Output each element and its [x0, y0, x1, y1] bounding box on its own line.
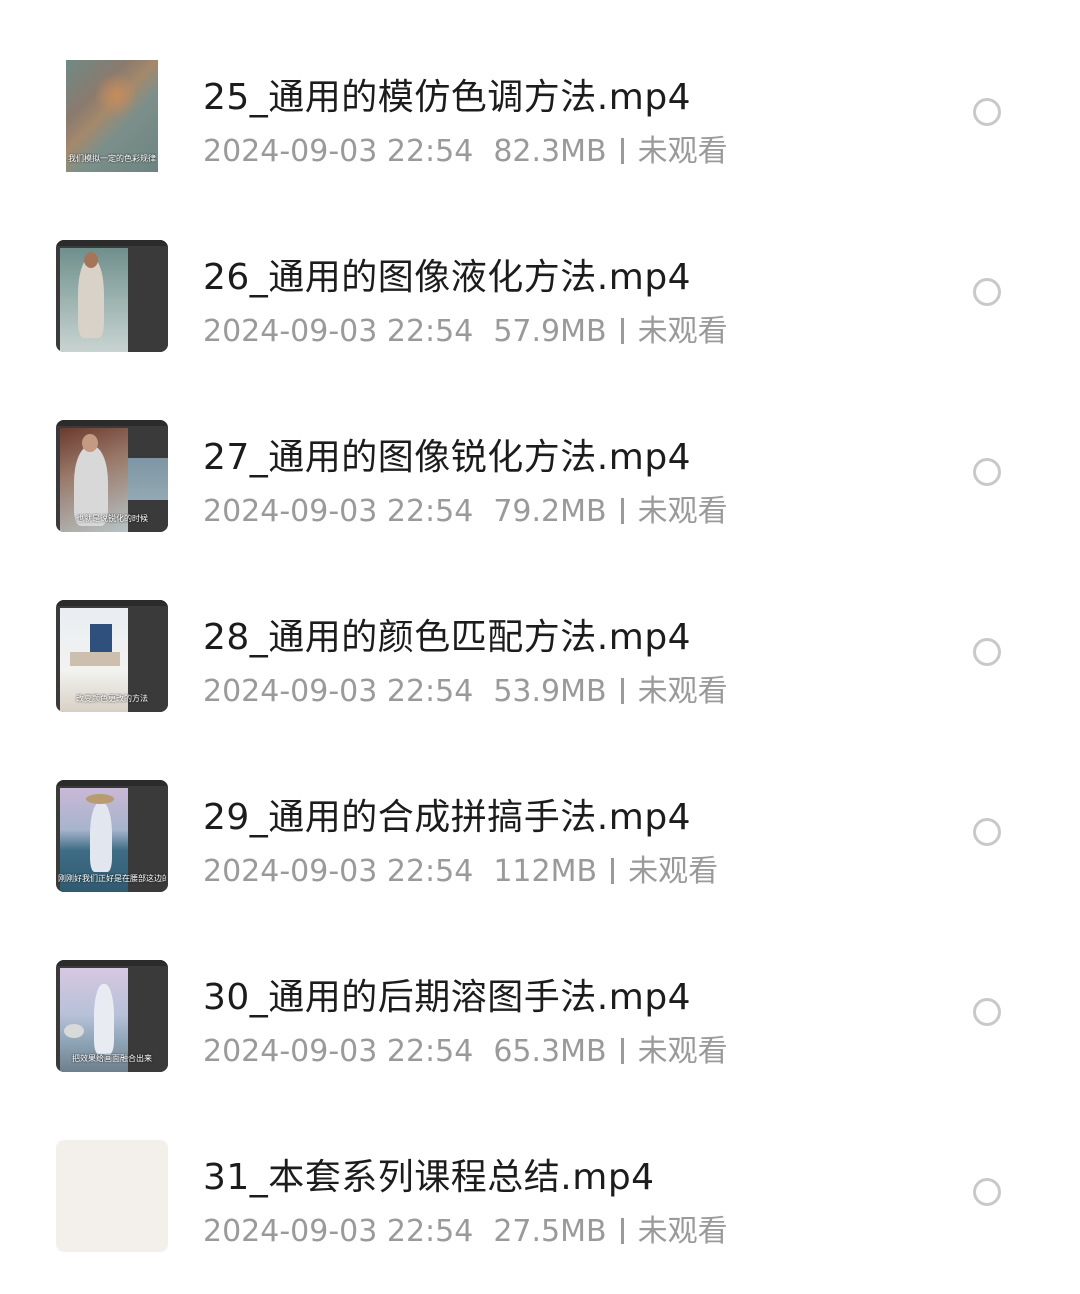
- watch-status: 未观看: [637, 1034, 728, 1069]
- list-item[interactable]: 26_通用的图像液化方法.mp4 2024-09-03 22:54 57.9MB 未…: [0, 206, 1080, 386]
- list-item[interactable]: 31_本套系列课程总结.mp4 2024-09-03 22:54 27.5MB 未观…: [0, 1106, 1080, 1286]
- file-date: 2024-09-03 22:54: [203, 134, 474, 169]
- file-title[interactable]: 29_通用的合成拼搞手法.mp4: [203, 788, 691, 840]
- file-size: 112MB: [493, 854, 598, 889]
- file-list: 我们模拟一定的色彩规律 25_通用的模仿色调方法.mp4 2024-09-03 …: [0, 26, 1080, 1286]
- video-thumbnail-icon: 刚刚好我们正好是在腰部这边的: [56, 780, 168, 892]
- select-radio[interactable]: [973, 278, 1001, 306]
- file-meta: 2024-09-03 22:54 82.3MB 未观看: [203, 126, 728, 170]
- file-meta: 2024-09-03 22:54 65.3MB 未观看: [203, 1026, 728, 1070]
- meta-divider: [620, 1038, 624, 1064]
- file-date: 2024-09-03 22:54: [203, 314, 474, 349]
- meta-divider: [620, 498, 624, 524]
- file-meta: 2024-09-03 22:54 53.9MB 未观看: [203, 666, 728, 710]
- file-title[interactable]: 25_通用的模仿色调方法.mp4: [203, 68, 691, 120]
- meta-divider: [620, 1218, 624, 1244]
- video-thumbnail-icon: 把效果给画面融合出来: [56, 960, 168, 1072]
- file-title[interactable]: 28_通用的颜色匹配方法.mp4: [203, 608, 691, 660]
- meta-divider: [620, 318, 624, 344]
- file-size: 79.2MB: [493, 494, 607, 529]
- thumb-caption: 改变颜色更改的方法: [76, 694, 148, 703]
- file-title[interactable]: 26_通用的图像液化方法.mp4: [203, 248, 691, 300]
- video-thumbnail-icon: 也就是说锐化的时候: [56, 420, 168, 532]
- file-meta: 2024-09-03 22:54 27.5MB 未观看: [203, 1206, 728, 1250]
- video-thumbnail-icon: 我们模拟一定的色彩规律: [66, 60, 158, 172]
- watch-status: 未观看: [637, 674, 728, 709]
- meta-divider: [620, 138, 624, 164]
- list-item[interactable]: 我们模拟一定的色彩规律 25_通用的模仿色调方法.mp4 2024-09-03 …: [0, 26, 1080, 206]
- file-title[interactable]: 31_本套系列课程总结.mp4: [203, 1148, 655, 1200]
- select-radio[interactable]: [973, 98, 1001, 126]
- file-date: 2024-09-03 22:54: [203, 1214, 474, 1249]
- list-item[interactable]: 把效果给画面融合出来 30_通用的后期溶图手法.mp4 2024-09-03 2…: [0, 926, 1080, 1106]
- thumb-caption: 把效果给画面融合出来: [72, 1054, 152, 1063]
- select-radio[interactable]: [973, 998, 1001, 1026]
- select-radio[interactable]: [973, 458, 1001, 486]
- file-meta: 2024-09-03 22:54 112MB 未观看: [203, 846, 718, 890]
- thumb-caption: 也就是说锐化的时候: [76, 514, 148, 523]
- watch-status: 未观看: [628, 854, 719, 889]
- file-meta: 2024-09-03 22:54 57.9MB 未观看: [203, 306, 728, 350]
- watch-status: 未观看: [637, 134, 728, 169]
- file-date: 2024-09-03 22:54: [203, 494, 474, 529]
- select-radio[interactable]: [973, 638, 1001, 666]
- meta-divider: [611, 858, 615, 884]
- file-meta: 2024-09-03 22:54 79.2MB 未观看: [203, 486, 728, 530]
- thumb-caption: 我们模拟一定的色彩规律: [68, 154, 156, 163]
- file-date: 2024-09-03 22:54: [203, 1034, 474, 1069]
- video-thumbnail-icon: [56, 240, 168, 352]
- file-date: 2024-09-03 22:54: [203, 674, 474, 709]
- list-item[interactable]: 改变颜色更改的方法 28_通用的颜色匹配方法.mp4 2024-09-03 22…: [0, 566, 1080, 746]
- file-size: 57.9MB: [493, 314, 607, 349]
- file-size: 27.5MB: [493, 1214, 607, 1249]
- select-radio[interactable]: [973, 1178, 1001, 1206]
- select-radio[interactable]: [973, 818, 1001, 846]
- file-size: 53.9MB: [493, 674, 607, 709]
- meta-divider: [620, 678, 624, 704]
- watch-status: 未观看: [637, 1214, 728, 1249]
- watch-status: 未观看: [637, 494, 728, 529]
- file-size: 82.3MB: [493, 134, 607, 169]
- video-thumbnail-icon: 改变颜色更改的方法: [56, 600, 168, 712]
- file-size: 65.3MB: [493, 1034, 607, 1069]
- watch-status: 未观看: [637, 314, 728, 349]
- list-item[interactable]: 也就是说锐化的时候 27_通用的图像锐化方法.mp4 2024-09-03 22…: [0, 386, 1080, 566]
- file-title[interactable]: 27_通用的图像锐化方法.mp4: [203, 428, 691, 480]
- list-item[interactable]: 刚刚好我们正好是在腰部这边的 29_通用的合成拼搞手法.mp4 2024-09-…: [0, 746, 1080, 926]
- file-date: 2024-09-03 22:54: [203, 854, 474, 889]
- file-title[interactable]: 30_通用的后期溶图手法.mp4: [203, 968, 691, 1020]
- thumb-caption: 刚刚好我们正好是在腰部这边的: [58, 874, 166, 883]
- video-thumbnail-icon: [56, 1140, 168, 1252]
